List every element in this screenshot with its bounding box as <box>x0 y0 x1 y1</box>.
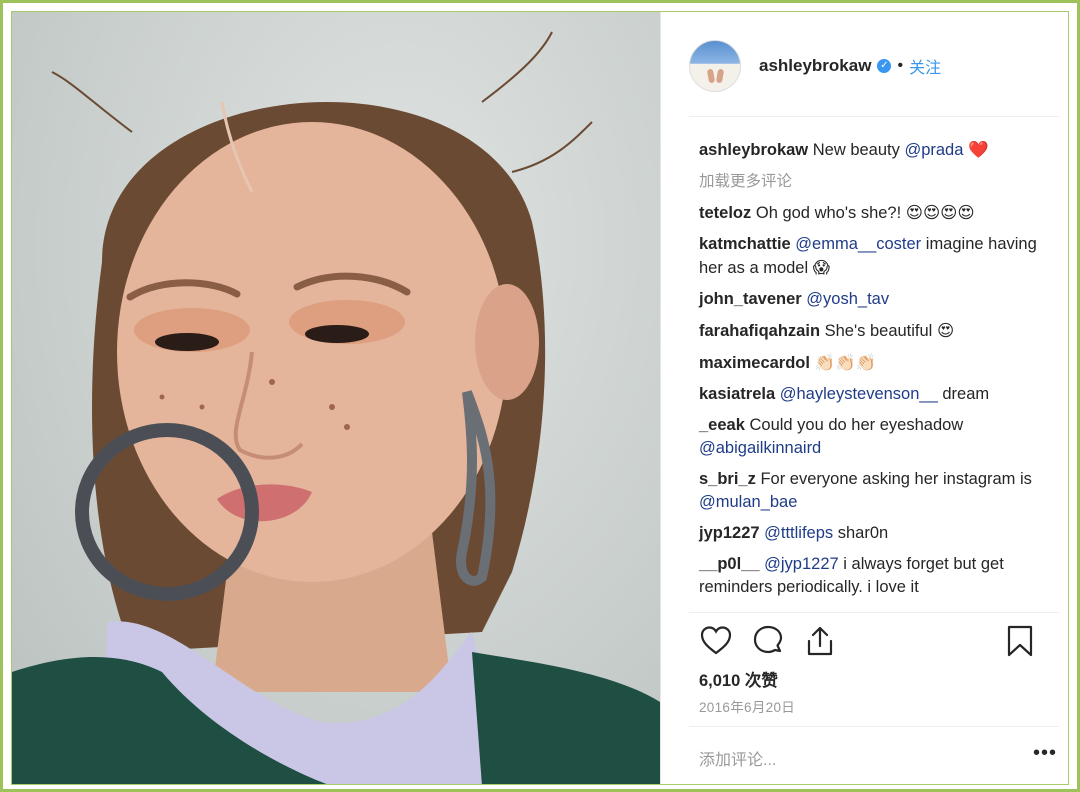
comment-mention[interactable]: @abigailkinnaird <box>699 439 821 457</box>
header-divider <box>689 116 1059 117</box>
comment-text: Could you do her eyeshadow <box>749 416 964 434</box>
comment-item: kasiatrela @hayleystevenson__ dream <box>699 383 1049 406</box>
screenshot-frame: ashleybrokaw ✓ • 关注 ashleybrokaw New bea… <box>0 0 1080 792</box>
comment-item: teteloz Oh god who's she?! 😍😍😍😍 <box>699 201 1049 225</box>
comment-username[interactable]: kasiatrela <box>699 385 775 403</box>
comment-username[interactable]: jyp1227 <box>699 524 760 542</box>
comments-divider <box>689 612 1059 613</box>
comment-text: For everyone asking her instagram is <box>760 470 1032 488</box>
portrait-illustration <box>12 31 660 784</box>
post-container: ashleybrokaw ✓ • 关注 ashleybrokaw New bea… <box>11 11 1069 785</box>
likes-count[interactable]: 6,010 次赞 <box>699 667 778 691</box>
load-more-comments[interactable]: 加载更多评论 <box>699 170 1049 193</box>
comment-emoji: 😍 <box>936 321 955 340</box>
share-icon[interactable] <box>803 624 837 658</box>
comment-text: shar0n <box>833 524 889 542</box>
comment-mention[interactable]: @jyp1227 <box>764 555 839 573</box>
comment-emoji: 😱 <box>812 258 830 277</box>
comment-item: maximecardol 👏🏻👏🏻👏🏻 <box>699 351 1049 375</box>
comment-text: Oh god who's she?! <box>755 204 906 222</box>
comment-text: She's beautiful <box>824 322 937 340</box>
comment-mention[interactable]: @tttlifeps <box>764 524 833 542</box>
avatar[interactable] <box>689 40 741 92</box>
author-username[interactable]: ashleybrokaw <box>759 56 871 76</box>
action-bar <box>699 624 1039 658</box>
comment-mention[interactable]: @yosh_tav <box>806 290 889 308</box>
caption-emoji: ❤️ <box>968 140 989 159</box>
caption-text: New beauty <box>812 141 905 159</box>
heart-icon[interactable] <box>699 624 733 658</box>
comment-item: __p0l__ @jyp1227 i always forget but get… <box>699 553 1049 599</box>
post-date: 2016年6月20日 <box>699 700 796 715</box>
comment-item: farahafiqahzain She's beautiful 😍 <box>699 319 1049 343</box>
comment-username[interactable]: katmchattie <box>699 235 791 253</box>
post-photo[interactable] <box>12 12 660 784</box>
caption-username[interactable]: ashleybrokaw <box>699 141 808 159</box>
comment-item: s_bri_z For everyone asking her instagra… <box>699 468 1049 514</box>
comment-username[interactable]: john_tavener <box>699 290 802 308</box>
comment-item: jyp1227 @tttlifeps shar0n <box>699 522 1049 545</box>
follow-button[interactable]: 关注 <box>909 54 941 78</box>
comment-emoji: 👏🏻👏🏻👏🏻 <box>814 353 877 372</box>
comment-username[interactable]: __p0l__ <box>699 555 760 573</box>
comment-item: _eeak Could you do her eyeshadow @abigai… <box>699 414 1049 460</box>
comment-username[interactable]: s_bri_z <box>699 470 756 488</box>
post-side-panel: ashleybrokaw ✓ • 关注 ashleybrokaw New bea… <box>660 12 1068 784</box>
bookmark-icon[interactable] <box>1005 624 1035 658</box>
header-separator: • <box>897 57 904 74</box>
verified-badge-icon: ✓ <box>877 59 892 73</box>
comment-username[interactable]: maximecardol <box>699 354 810 372</box>
comment-icon[interactable] <box>751 624 785 658</box>
comment-text: dream <box>937 385 990 403</box>
more-options-button[interactable]: ••• <box>1033 743 1057 763</box>
comments-list: ashleybrokaw New beauty @prada ❤️ 加载更多评论… <box>699 138 1049 607</box>
comment-mention[interactable]: @emma__coster <box>795 235 921 253</box>
comment-mention[interactable]: @mulan_bae <box>699 493 797 511</box>
caption-mention[interactable]: @prada <box>904 141 963 159</box>
comment-username[interactable]: farahafiqahzain <box>699 322 820 340</box>
add-comment-input[interactable]: 添加评论... <box>699 746 776 770</box>
comment-username[interactable]: _eeak <box>699 416 745 434</box>
caption: ashleybrokaw New beauty @prada ❤️ <box>699 138 1049 162</box>
comment-username[interactable]: teteloz <box>699 204 751 222</box>
footer-divider <box>689 726 1059 727</box>
comment-mention[interactable]: @hayleystevenson__ <box>780 385 938 403</box>
post-header: ashleybrokaw ✓ • 关注 <box>689 38 941 94</box>
comment-emoji: 😍😍😍😍 <box>905 203 975 222</box>
comment-item: john_tavener @yosh_tav <box>699 288 1049 311</box>
comment-item: katmchattie @emma__coster imagine having… <box>699 233 1049 280</box>
